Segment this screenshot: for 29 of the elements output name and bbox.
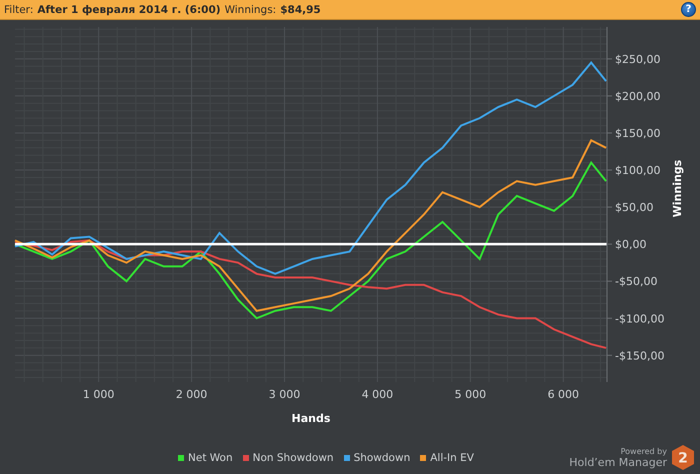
y-tick-label: $50,00 (615, 201, 654, 214)
x-tick-label: 3 000 (268, 388, 300, 401)
legend-item: Net Won (178, 452, 233, 464)
x-tick-label: 2 000 (176, 388, 208, 401)
y-tick-label: -$100,00 (615, 312, 664, 326)
legend-item: All-In EV (420, 452, 474, 464)
x-tick-label: 1 000 (82, 388, 114, 401)
product-name: Hold’em Manager (569, 456, 667, 468)
y-tick-label: -$150,00 (615, 349, 664, 362)
y-tick-label: $200,00 (615, 90, 660, 103)
powered-by-text: Powered by (620, 446, 667, 456)
filter-value: After 1 февраля 2014 г. (6:00) (37, 4, 221, 16)
help-button[interactable]: ? (681, 2, 696, 17)
x-tick-label: 6 000 (548, 388, 580, 401)
y-tick-label: -$50,00 (615, 275, 658, 288)
x-axis-title: Hands (292, 412, 330, 425)
y-tick-label: $250,00 (615, 52, 660, 66)
x-tick-label: 4 000 (362, 388, 394, 401)
logo-badge: 2 (672, 445, 694, 470)
y-axis-title: Winnings (671, 160, 684, 218)
winnings-value: $84,95 (280, 4, 321, 16)
y-tick-label: $0,00 (615, 238, 646, 252)
legend-item: Showdown (344, 452, 410, 464)
y-tick-label: $100,00 (615, 164, 660, 178)
y-tick-label: $150,00 (615, 126, 660, 140)
x-tick-label: 5 000 (454, 388, 486, 401)
filter-label: Filter: (4, 4, 34, 16)
winnings-label: Winnings: (224, 4, 276, 16)
legend-item: Non Showdown (242, 452, 334, 464)
